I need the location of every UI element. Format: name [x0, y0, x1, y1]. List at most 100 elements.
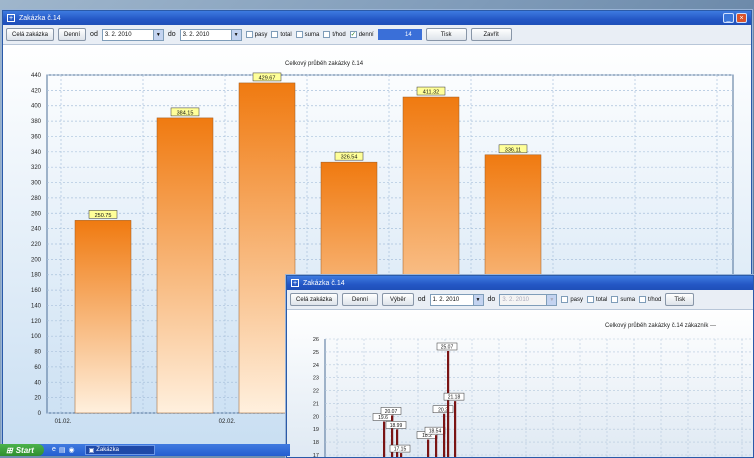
- checkbox-box[interactable]: [295, 31, 303, 38]
- quick-launch: e ▤ ◉: [52, 446, 75, 454]
- bar: [443, 413, 446, 457]
- checkbox-box[interactable]: [587, 296, 595, 303]
- y-tick-label: 300: [31, 181, 42, 187]
- window-icon: +: [291, 279, 299, 287]
- checkbox-box[interactable]: [639, 296, 647, 303]
- sub-from-date-select[interactable]: 1. 2. 2010 ▼: [429, 293, 484, 306]
- y-tick-label: 280: [31, 196, 42, 202]
- bar: [396, 429, 399, 457]
- data-label: 18.54: [429, 429, 442, 435]
- chevron-down-icon[interactable]: ▼: [152, 29, 163, 40]
- sub-titlebar[interactable]: + Zakázka č.14: [287, 276, 753, 290]
- bar: [435, 435, 438, 457]
- sub-window: + Zakázka č.14 Celá zakázka Denní Výběr …: [286, 275, 754, 458]
- close-button[interactable]: Zavřít: [470, 28, 512, 41]
- sub-chart-area: Celkový průběh zakázky č.14 zákazník ---…: [287, 310, 753, 457]
- sub-toolbar: Celá zakázka Denní Výběr od 1. 2. 2010 ▼…: [287, 290, 753, 310]
- y-tick-label: 21: [313, 401, 319, 407]
- y-tick-label: 380: [31, 119, 42, 125]
- chevron-down-icon[interactable]: ▼: [230, 29, 241, 40]
- y-tick-label: 18: [313, 440, 319, 446]
- y-tick-label: 320: [31, 165, 42, 171]
- to-date-select[interactable]: 3. 2. 2010 ▼: [179, 28, 242, 41]
- sub-to-date-select[interactable]: 3. 2. 2010 ▼: [499, 293, 558, 306]
- ie-icon[interactable]: e: [52, 446, 56, 454]
- sub-pasy-checkbox[interactable]: pasy: [561, 296, 583, 303]
- checkbox-box[interactable]: [561, 296, 569, 303]
- sub-thod-checkbox[interactable]: t/hod: [639, 296, 661, 303]
- minimize-icon[interactable]: _: [723, 13, 734, 23]
- data-label: 384.15: [177, 110, 194, 116]
- data-label: 20.07: [385, 409, 398, 415]
- data-label: 411.32: [423, 90, 439, 96]
- explorer-icon[interactable]: ▤: [59, 446, 66, 454]
- sub-to-date-value: 3. 2. 2010: [502, 296, 530, 303]
- chevron-down-icon[interactable]: ▼: [546, 294, 557, 305]
- suma-checkbox[interactable]: suma: [295, 31, 319, 38]
- taskbar: ⊞ Start e ▤ ◉ ▣ Zakázka: [0, 444, 290, 456]
- y-tick-label: 200: [31, 257, 42, 263]
- print-button[interactable]: Tisk: [425, 28, 467, 41]
- sub-suma-checkbox[interactable]: suma: [611, 296, 635, 303]
- sub-pasy-label: pasy: [570, 296, 584, 303]
- day-spinner[interactable]: 14: [377, 29, 422, 40]
- y-tick-label: 80: [34, 350, 41, 356]
- data-label: 20.2: [438, 407, 448, 413]
- pasy-label: pasy: [254, 31, 268, 38]
- chevron-down-icon[interactable]: ▼: [472, 294, 483, 305]
- thod-label: t/hod: [332, 31, 346, 38]
- start-button[interactable]: ⊞ Start: [0, 444, 44, 456]
- bar: [383, 421, 386, 457]
- spinner-value: 14: [405, 31, 412, 38]
- whole-order-button[interactable]: Celá zakázka: [6, 28, 55, 41]
- thod-checkbox[interactable]: t/hod: [323, 31, 346, 38]
- checkbox-box[interactable]: [323, 31, 331, 38]
- y-tick-label: 440: [31, 73, 42, 79]
- y-tick-label: 120: [31, 319, 42, 325]
- main-toolbar: Celá zakázka Denní od 3. 2. 2010 ▼ do 3.…: [3, 25, 751, 45]
- pasy-checkbox[interactable]: pasy: [245, 31, 268, 38]
- sub-total-checkbox[interactable]: total: [587, 296, 607, 303]
- close-icon[interactable]: ×: [736, 13, 747, 23]
- to-date-value: 3. 2. 2010: [182, 31, 210, 38]
- daily-button[interactable]: Denní: [58, 28, 87, 41]
- total-checkbox[interactable]: total: [271, 31, 292, 38]
- denni-checkbox[interactable]: ✓ denní: [349, 31, 374, 38]
- start-label: Start: [15, 445, 34, 455]
- select-button[interactable]: Výběr: [382, 293, 414, 306]
- y-tick-label: 360: [31, 134, 42, 140]
- checkbox-box[interactable]: [245, 31, 253, 38]
- y-tick-label: 40: [34, 380, 41, 386]
- y-tick-label: 25: [313, 350, 319, 356]
- y-tick-label: 400: [31, 104, 42, 110]
- taskbar-item-zakazka[interactable]: ▣ Zakázka: [84, 445, 155, 455]
- media-icon[interactable]: ◉: [68, 446, 74, 454]
- main-titlebar[interactable]: + Zakázka č.14 _ ×: [3, 11, 751, 25]
- task-label: Zakázka: [96, 447, 119, 453]
- sub-total-label: total: [596, 296, 608, 303]
- y-tick-label: 23: [313, 376, 319, 382]
- y-tick-label: 20: [34, 396, 41, 402]
- y-tick-label: 0: [38, 411, 42, 417]
- sub-from-label: od: [417, 296, 426, 303]
- y-tick-label: 100: [31, 334, 42, 340]
- data-label: 21.18: [448, 395, 461, 401]
- checkbox-box[interactable]: [271, 31, 279, 38]
- data-label: 17.15: [394, 447, 407, 453]
- total-label: total: [280, 31, 292, 38]
- window-icon: ▣: [88, 447, 95, 454]
- sub-daily-button[interactable]: Denní: [342, 293, 379, 306]
- sub-from-date-value: 1. 2. 2010: [432, 296, 460, 303]
- x-tick-label: 01.02.: [55, 419, 72, 425]
- checkbox-box[interactable]: [611, 296, 619, 303]
- x-tick-label: 02.02.: [219, 419, 236, 425]
- from-date-select[interactable]: 3. 2. 2010 ▼: [101, 28, 164, 41]
- y-tick-label: 260: [31, 211, 42, 217]
- y-tick-label: 20: [313, 414, 319, 420]
- checkmark-icon[interactable]: ✓: [349, 31, 357, 38]
- data-label: 429.67: [259, 75, 276, 81]
- sub-print-button[interactable]: Tisk: [665, 293, 695, 306]
- y-tick-label: 24: [313, 363, 319, 369]
- sub-whole-order-button[interactable]: Celá zakázka: [290, 293, 339, 306]
- windows-logo-icon: ⊞: [6, 445, 13, 455]
